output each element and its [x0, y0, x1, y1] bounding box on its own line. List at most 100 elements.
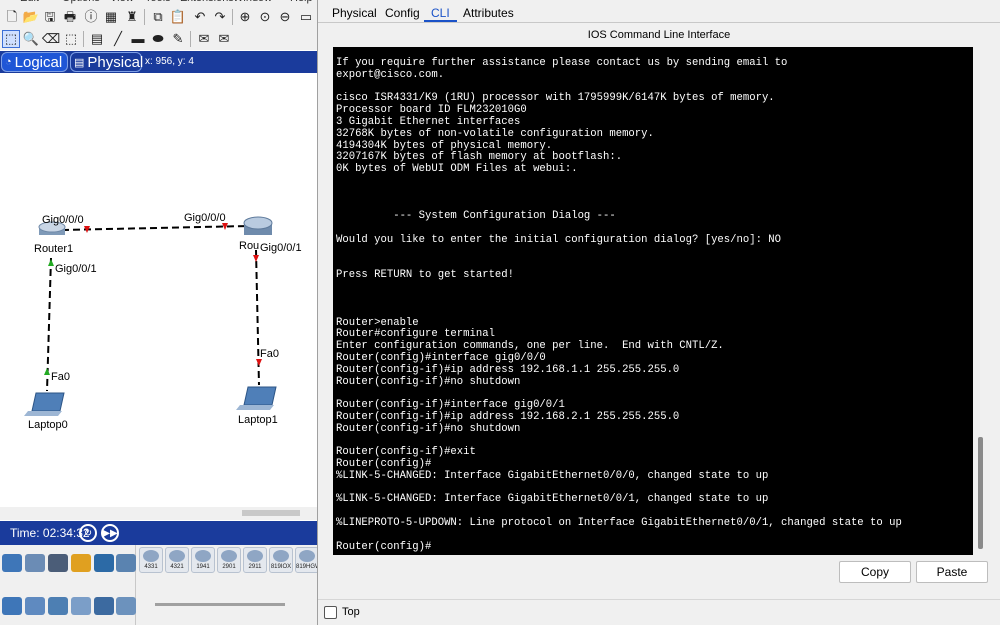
freeform-icon[interactable]: ✎	[170, 31, 186, 47]
laptop1-port-label: Fa0	[260, 348, 279, 360]
terminal-output: If you require further assistance please…	[336, 57, 971, 553]
zoom-out-icon[interactable]: ⊖	[277, 9, 293, 25]
components-category-icon[interactable]	[48, 554, 68, 572]
router1-port-label: Gig0/0/0	[42, 214, 84, 226]
device-4321[interactable]: 4321	[165, 547, 189, 573]
tab-config[interactable]: Config	[378, 4, 427, 22]
menu-item[interactable]: Edit	[20, 0, 39, 4]
activity-wizard-icon[interactable]: ♜	[124, 9, 140, 25]
fast-forward-icon[interactable]: ▶▶	[101, 524, 119, 542]
laptop-icon[interactable]	[24, 392, 65, 416]
router2-port-label: Gig0/0/1	[260, 242, 302, 254]
link-status-down-icon	[253, 255, 259, 262]
power-cycle-icon[interactable]: ↻	[79, 524, 97, 542]
terminal-scrollbar[interactable]	[973, 47, 987, 555]
switches-subcategory-icon[interactable]	[25, 597, 45, 615]
menu-item[interactable]: Options	[62, 0, 100, 4]
terminal-line: Router(config-if)#exit	[336, 446, 476, 459]
end-devices-category-icon[interactable]	[25, 554, 45, 572]
cli-title: IOS Command Line Interface	[587, 29, 731, 41]
menu-item[interactable]: Tools	[145, 0, 171, 4]
redo-icon[interactable]: ↷	[212, 9, 228, 25]
tab-cli[interactable]: CLI	[424, 4, 457, 22]
cli-terminal[interactable]: If you require further assistance please…	[333, 47, 987, 555]
terminal-line: Router(config)#interface gig0/0/0	[336, 351, 546, 364]
menu-item[interactable]: Window	[233, 0, 272, 4]
workspace-horizontal-scrollbar[interactable]	[0, 507, 317, 520]
router1-label: Router1	[34, 243, 74, 255]
device-819iox[interactable]: 819IOX	[269, 547, 293, 573]
open-folder-icon[interactable]: 📂	[23, 9, 39, 25]
hubs-subcategory-icon[interactable]	[48, 597, 68, 615]
laptop0-label: Laptop0	[28, 419, 68, 431]
simulation-time: Time: 02:34:32	[10, 526, 90, 540]
simple-pdu-icon[interactable]: ✉	[196, 31, 212, 47]
dialog-footer: Top	[318, 599, 1000, 625]
device-4331[interactable]: 4331	[139, 547, 163, 573]
routers-subcategory-icon[interactable]	[2, 597, 22, 615]
physical-tab[interactable]: ▤ Physical	[70, 52, 143, 72]
draw-ellipse-icon[interactable]: ⬬	[150, 31, 166, 47]
terminal-line: Router(config-if)#no shutdown	[336, 422, 521, 435]
menu-item[interactable]: Help	[290, 0, 313, 4]
top-checkbox[interactable]	[324, 606, 337, 619]
device-2901[interactable]: 2901	[217, 547, 241, 573]
router-icon	[195, 550, 211, 562]
router-icon[interactable]	[243, 216, 273, 235]
new-file-icon[interactable]: 🗋	[4, 9, 20, 25]
complex-pdu-icon[interactable]: ✉	[216, 31, 232, 47]
router-dialog: Physical Config CLI Attributes IOS Comma…	[318, 0, 1000, 625]
wan-emulation-subcategory-icon[interactable]	[116, 597, 136, 615]
menu-item[interactable]: Extensions	[180, 0, 234, 4]
undo-icon[interactable]: ↶	[192, 9, 208, 25]
link-status-up-icon	[48, 259, 54, 266]
note-icon[interactable]: ▤	[89, 31, 105, 47]
terminal-line: %LINEPROTO-5-UPDOWN: Line protocol on In…	[336, 517, 902, 530]
workspace-pane: Edit Options View Tools ExtensionsWindow Help…	[0, 0, 318, 625]
paste-button[interactable]: Paste	[916, 561, 988, 583]
paste-icon[interactable]: 📋	[170, 9, 186, 25]
network-icon[interactable]: ▦	[103, 9, 119, 25]
copy-icon[interactable]: ⧉	[150, 9, 166, 25]
zoom-reset-icon[interactable]: ⊙	[257, 9, 273, 25]
laptop-icon[interactable]	[236, 386, 277, 410]
copy-button[interactable]: Copy	[839, 561, 911, 583]
menu-item[interactable]: View	[110, 0, 134, 4]
device-2911[interactable]: 2911	[243, 547, 267, 573]
tab-attributes[interactable]: Attributes	[456, 4, 521, 22]
terminal-line: Router(config-if)#ip address 192.168.1.1…	[336, 363, 680, 376]
select-icon[interactable]: ⬚	[2, 30, 20, 48]
dialog-tabs: Physical Config CLI Attributes	[318, 0, 1000, 24]
wireless-subcategory-icon[interactable]	[71, 597, 91, 615]
resize-icon[interactable]: ⬚	[63, 31, 79, 47]
multiuser-category-icon[interactable]	[116, 554, 136, 572]
tab-physical[interactable]: Physical	[325, 4, 384, 22]
logical-icon: ◔	[5, 56, 12, 68]
delete-icon[interactable]: ⌫	[42, 31, 60, 47]
print-icon[interactable]: 🖶	[62, 9, 78, 25]
save-icon[interactable]: 🖫	[42, 9, 58, 25]
connections-category-icon[interactable]	[71, 554, 91, 572]
draw-rectangle-icon[interactable]: ▬	[130, 31, 146, 47]
draw-line-icon[interactable]: ╱	[110, 31, 126, 47]
inspect-icon[interactable]: 🔍	[23, 31, 39, 47]
terminal-line: Router(config-if)#ip address 192.168.2.1…	[336, 410, 680, 423]
custom-device-icon[interactable]: ▭	[298, 9, 314, 25]
zoom-in-icon[interactable]: ⊕	[237, 9, 253, 25]
laptop0-port-label: Fa0	[51, 371, 70, 383]
info-icon[interactable]: ⓘ	[83, 9, 99, 25]
misc-category-icon[interactable]	[94, 554, 114, 572]
logical-tab[interactable]: ◔ Logical	[1, 52, 68, 72]
security-subcategory-icon[interactable]	[94, 597, 114, 615]
network-devices-category-icon[interactable]	[2, 554, 22, 572]
device-819hgw[interactable]: 819HGW	[295, 547, 317, 573]
device-1941[interactable]: 1941	[191, 547, 215, 573]
device-list-scrollbar[interactable]	[155, 603, 285, 606]
logical-workspace[interactable]: Gig0/0/0 Router1 Gig0/0/1 Gig0/0/0 Rou G…	[0, 73, 317, 520]
terminal-line: %LINK-5-CHANGED: Interface GigabitEthern…	[336, 493, 769, 506]
link-r1-r2[interactable]	[61, 225, 249, 231]
